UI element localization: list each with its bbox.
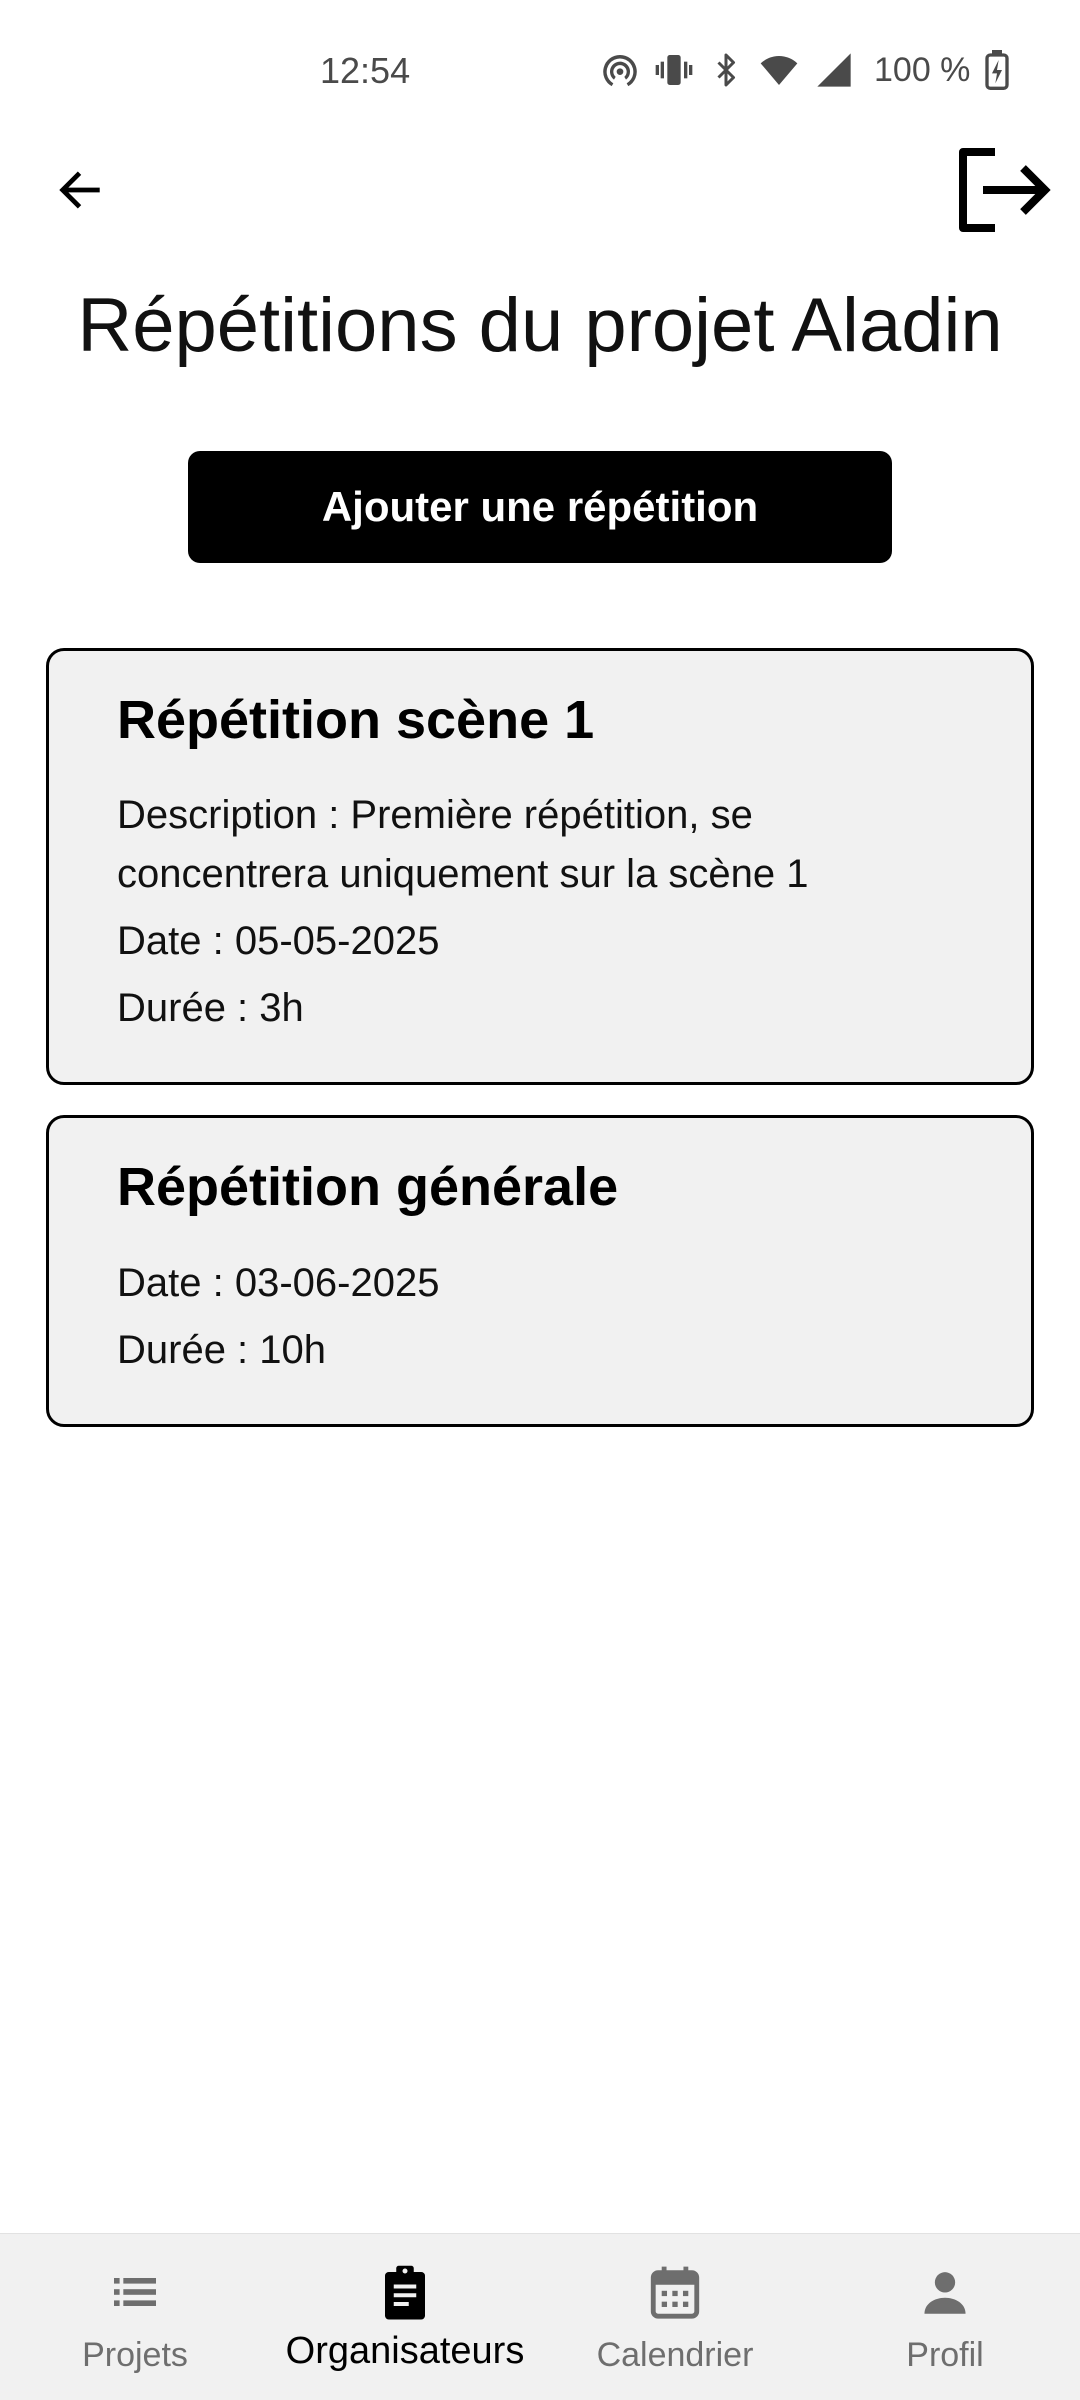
logout-icon: [955, 145, 1051, 240]
rehearsal-duration: Durée : 10h: [117, 1327, 327, 1372]
nav-item-profil[interactable]: Profil: [855, 2234, 1035, 2400]
battery-charging-icon: [984, 50, 1010, 90]
rehearsal-list: Répétition scène 1 Description : Premièr…: [46, 648, 1034, 1457]
nav-item-calendrier[interactable]: Calendrier: [575, 2234, 775, 2400]
nav-label-calendrier: Calendrier: [596, 2336, 754, 2374]
list-icon: [107, 2262, 163, 2322]
rehearsal-description: Description : Première répétition, se co…: [117, 793, 809, 897]
arrow-left-icon: [54, 164, 106, 221]
screen: 12:54 100 % Répétitions du projet Aladin…: [0, 0, 1080, 2400]
person-icon: [916, 2262, 974, 2322]
nav-label-projets: Projets: [82, 2336, 188, 2374]
wifi-icon: [758, 50, 800, 90]
battery-percentage: 100 %: [874, 50, 971, 89]
rehearsal-title: Répétition scène 1: [117, 690, 595, 750]
rehearsal-date: Date : 03-06-2025: [117, 1260, 440, 1305]
rehearsal-card[interactable]: Répétition scène 1 Description : Premièr…: [46, 648, 1034, 1086]
status-time: 12:54: [320, 50, 411, 91]
vibrate-icon: [654, 50, 694, 90]
rehearsal-date: Date : 05-05-2025: [117, 919, 440, 964]
bluetooth-icon: [708, 50, 744, 90]
add-rehearsal-button[interactable]: Ajouter une répétition: [188, 451, 892, 563]
nav-label-organisateurs: Organisateurs: [285, 2330, 525, 2372]
rehearsal-duration: Durée : 3h: [117, 986, 304, 1031]
calendar-icon: [646, 2262, 704, 2322]
hotspot-icon: [600, 50, 640, 90]
nav-item-projets[interactable]: Projets: [40, 2234, 230, 2400]
nav-item-organisateurs[interactable]: Organisateurs: [265, 2234, 545, 2400]
bottom-navigation: Projets Organisateurs Calendrier Profil: [0, 2233, 1080, 2400]
rehearsal-title: Répétition générale: [117, 1157, 619, 1218]
back-button[interactable]: [48, 160, 112, 224]
nav-label-profil: Profil: [906, 2336, 984, 2374]
rehearsal-card[interactable]: Répétition générale Date : 03-06-2025 Du…: [46, 1115, 1034, 1427]
page-title: Répétitions du projet Aladin: [77, 283, 1003, 368]
status-icons: 100 %: [600, 48, 1010, 92]
logout-button[interactable]: [948, 142, 1058, 242]
signal-icon: [814, 50, 854, 90]
clipboard-icon: [375, 2262, 435, 2322]
status-bar: 12:54 100 %: [0, 0, 1080, 140]
